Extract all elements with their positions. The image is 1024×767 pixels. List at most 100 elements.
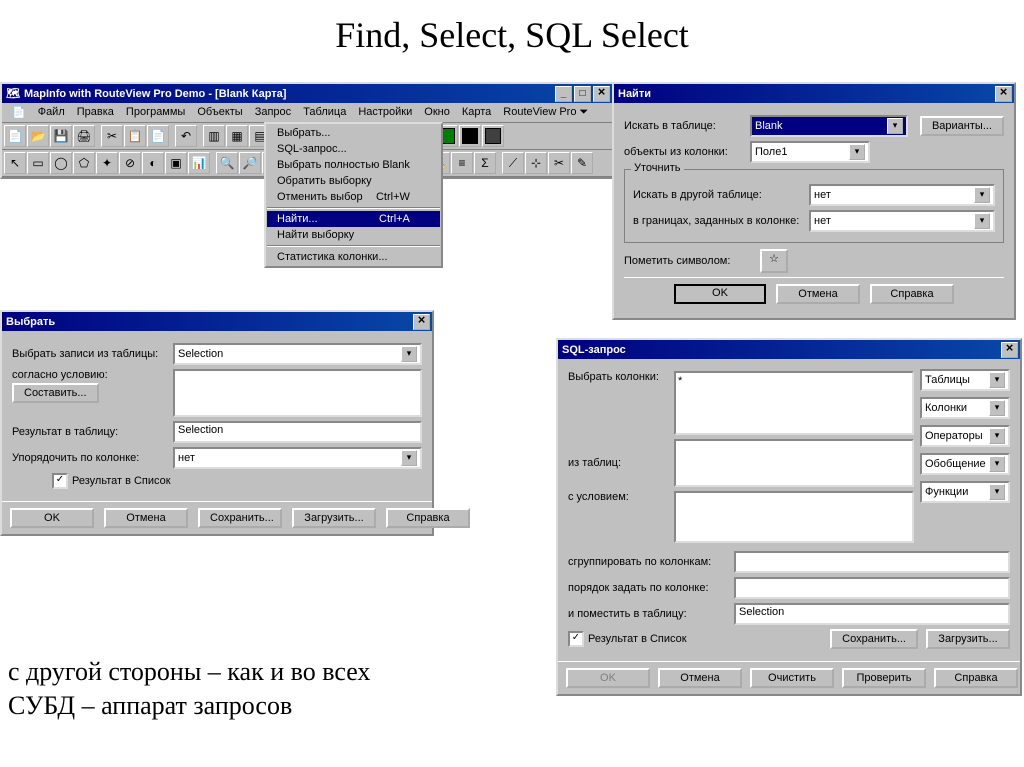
compose-button[interactable]: Составить... <box>12 383 99 403</box>
select-load[interactable]: Загрузить... <box>292 508 376 528</box>
lbl-mark: Пометить символом: <box>624 255 754 267</box>
variants-button[interactable]: Варианты... <box>920 116 1004 136</box>
from-text[interactable] <box>674 439 914 487</box>
tb2-snap[interactable]: ⊹ <box>525 152 547 174</box>
maximize-button[interactable] <box>574 86 591 102</box>
func-drop[interactable]: Функции▾ <box>920 481 1010 503</box>
menu-map[interactable]: Карта <box>456 105 497 120</box>
find-cancel[interactable]: Отмена <box>776 284 860 304</box>
result-list-checkbox[interactable]: ✓Результат в Список <box>52 473 171 489</box>
menu-programs[interactable]: Программы <box>120 105 191 120</box>
menu-window[interactable]: Окно <box>418 105 456 120</box>
objects-col-select[interactable]: Поле1▾ <box>750 141 870 163</box>
lbl-bounds: в границах, заданных в колонке: <box>633 215 803 227</box>
tb-win2[interactable]: ▦ <box>226 125 248 147</box>
sql-load[interactable]: Загрузить... <box>926 629 1010 649</box>
tb-paste[interactable]: 📄 <box>147 125 169 147</box>
select-help[interactable]: Справка <box>386 508 470 528</box>
mi-invert[interactable]: Обратить выборку <box>267 173 440 189</box>
mi-select-all[interactable]: Выбрать полностью Blank <box>267 157 440 173</box>
ops-drop[interactable]: Операторы▾ <box>920 425 1010 447</box>
sql-cancel[interactable]: Отмена <box>658 668 742 688</box>
cols-text[interactable]: * <box>674 371 914 435</box>
tb2-circle-sel[interactable]: ◯ <box>50 152 72 174</box>
tb-sq5[interactable] <box>459 125 481 147</box>
menu-objects[interactable]: Объекты <box>191 105 248 120</box>
where-text[interactable] <box>674 491 914 543</box>
mi-find[interactable]: Найти...Ctrl+A <box>267 211 440 227</box>
mi-col-stats[interactable]: Статистика колонки... <box>267 249 440 265</box>
find-ok[interactable]: OK <box>674 284 766 304</box>
tb-copy[interactable]: 📋 <box>124 125 146 147</box>
find-close[interactable] <box>995 86 1012 102</box>
select-ok[interactable]: OK <box>10 508 94 528</box>
menu-file[interactable]: Файл <box>32 105 71 120</box>
menu-table[interactable]: Таблица <box>297 105 352 120</box>
lbl-records: Выбрать записи из таблицы: <box>12 348 167 360</box>
close-button[interactable] <box>593 86 610 102</box>
records-select[interactable]: Selection▾ <box>173 343 422 365</box>
doc-icon[interactable]: 📄 <box>6 105 32 120</box>
bounds-select[interactable]: нет▾ <box>809 210 995 232</box>
tb-undo[interactable]: ↶ <box>175 125 197 147</box>
menubar: 📄 Файл Правка Программы Объекты Запрос Т… <box>2 103 612 123</box>
tb2-stats[interactable]: Σ <box>474 152 496 174</box>
tb-new[interactable]: 📄 <box>4 125 26 147</box>
tb-cut[interactable]: ✂ <box>101 125 123 147</box>
tb2-invert[interactable]: ◐ <box>142 152 164 174</box>
find-help[interactable]: Справка <box>870 284 954 304</box>
tb2-clip[interactable]: ✂ <box>548 152 570 174</box>
minimize-button[interactable] <box>555 86 572 102</box>
menu-query[interactable]: Запрос <box>249 105 297 120</box>
tb-save[interactable]: 💾 <box>50 125 72 147</box>
search-table-select[interactable]: Blank▾ <box>750 115 908 137</box>
menu-settings[interactable]: Настройки <box>352 105 418 120</box>
tb2-lasso[interactable]: ✦ <box>96 152 118 174</box>
mark-symbol-button[interactable]: ☆ <box>760 249 788 273</box>
columns-drop[interactable]: Колонки▾ <box>920 397 1010 419</box>
sql-save[interactable]: Сохранить... <box>830 629 918 649</box>
mi-sql[interactable]: SQL-запрос... <box>267 141 440 157</box>
tb2-edit[interactable]: ✎ <box>571 152 593 174</box>
tb-print[interactable]: 🖨 <box>73 125 95 147</box>
select-save[interactable]: Сохранить... <box>198 508 282 528</box>
sql-help[interactable]: Справка <box>934 668 1018 688</box>
group-input[interactable] <box>734 551 1010 573</box>
sql-result-list-checkbox[interactable]: ✓Результат в Список <box>568 631 687 647</box>
menu-edit[interactable]: Правка <box>71 105 120 120</box>
sqlorder-input[interactable] <box>734 577 1010 599</box>
sql-verify[interactable]: Проверить <box>842 668 926 688</box>
lbl-search-table: Искать в таблице: <box>624 120 744 132</box>
tb2-marquee[interactable]: ▭ <box>27 152 49 174</box>
into-input[interactable]: Selection <box>734 603 1010 625</box>
tb-sq6[interactable] <box>482 125 504 147</box>
sql-ok[interactable]: OK <box>566 668 650 688</box>
lbl-other-table: Искать в другой таблице: <box>633 189 803 201</box>
mi-select[interactable]: Выбрать... <box>267 125 440 141</box>
select-cancel[interactable]: Отмена <box>104 508 188 528</box>
tb-win1[interactable]: ▥ <box>203 125 225 147</box>
tb2-poly-sel[interactable]: ⬠ <box>73 152 95 174</box>
tb2-cancel[interactable]: ⊘ <box>119 152 141 174</box>
tb2-chart[interactable]: 📊 <box>188 152 210 174</box>
other-table-select[interactable]: нет▾ <box>809 184 995 206</box>
tb2-zoom-out[interactable]: 🔎 <box>239 152 261 174</box>
select-close[interactable] <box>413 314 430 330</box>
mi-find-selection[interactable]: Найти выборку <box>267 227 440 243</box>
tables-drop[interactable]: Таблицы▾ <box>920 369 1010 391</box>
result-input[interactable]: Selection <box>173 421 422 443</box>
order-select[interactable]: нет▾ <box>173 447 422 469</box>
tb2-arrow[interactable]: ↖ <box>4 152 26 174</box>
menu-routeview[interactable]: RouteView Pro ⏷ <box>497 105 594 120</box>
tb2-zoom-in[interactable]: 🔍 <box>216 152 238 174</box>
mi-unselect[interactable]: Отменить выборCtrl+W <box>267 189 440 205</box>
tb2-dist[interactable]: ⟋ <box>502 152 524 174</box>
tb2-sel-all[interactable]: ▣ <box>165 152 187 174</box>
lbl-condition: согласно условию: <box>12 369 142 381</box>
agg-drop[interactable]: Обобщение▾ <box>920 453 1010 475</box>
sql-close[interactable] <box>1001 342 1018 358</box>
tb2-legend[interactable]: ≡ <box>451 152 473 174</box>
sql-clear[interactable]: Очистить <box>750 668 834 688</box>
condition-text[interactable] <box>173 369 422 417</box>
tb-open[interactable]: 📂 <box>27 125 49 147</box>
